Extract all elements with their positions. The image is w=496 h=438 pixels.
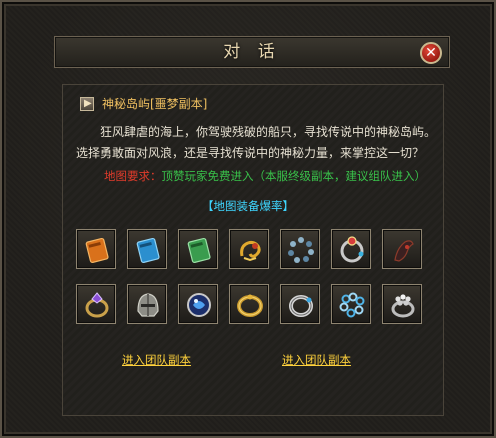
drop-rate-title: 【地图装备爆率】	[202, 199, 294, 213]
jeweled-ring-icon	[340, 236, 364, 263]
blue-chain-bracelet-icon	[339, 292, 365, 318]
item-slot[interactable]	[280, 284, 320, 324]
orange-book-icon	[85, 237, 109, 264]
bead-bracelet-icon	[288, 237, 314, 263]
purple-gem-ring-icon	[85, 292, 109, 318]
blue-orb-icon	[187, 293, 211, 317]
enter-team-dungeon-link-left[interactable]: 进入团队副本	[122, 352, 191, 368]
requirement-value: 顶赞玩家免费进入（本服终级副本，建议组队进入）	[161, 169, 427, 183]
item-slot[interactable]	[127, 229, 167, 269]
map-name: 神秘岛屿[噩梦副本]	[102, 97, 208, 111]
description-line-2: 选择勇敢面对风浪，还是寻找传说中的神秘力量，来掌控这一切？	[76, 146, 425, 160]
helmet-icon	[137, 293, 159, 317]
gold-bracelet-icon	[237, 294, 263, 317]
play-arrow-icon: ▶	[84, 98, 92, 109]
close-icon[interactable]: ✕	[425, 45, 437, 61]
blue-book-icon	[136, 237, 160, 264]
green-book-icon	[187, 237, 211, 264]
item-slot[interactable]	[229, 229, 269, 269]
description-line-1: 狂风肆虐的海上，你驾驶残破的船只，寻找传说中的神秘岛屿。	[100, 125, 437, 139]
enter-team-dungeon-link-right[interactable]: 进入团队副本	[282, 352, 351, 368]
item-slot[interactable]	[178, 284, 218, 324]
item-slot[interactable]	[382, 284, 422, 324]
item-slot[interactable]	[280, 229, 320, 269]
silver-beaded-ring-icon	[391, 294, 415, 318]
item-slot[interactable]	[331, 229, 371, 269]
title-bar: 对 话	[54, 36, 450, 68]
map-requirement: 地图要求：顶赞玩家免费进入（本服终级副本，建议组队进入）	[104, 168, 426, 184]
map-description: 狂风肆虐的海上，你驾驶残破的船只，寻找传说中的神秘岛屿。 选择勇敢面对风浪，还是…	[76, 122, 436, 164]
close-button[interactable]: ✕	[420, 42, 442, 64]
item-slot[interactable]	[178, 229, 218, 269]
dialog-title: 对 话	[223, 42, 281, 62]
item-slot[interactable]	[76, 284, 116, 324]
item-slot[interactable]	[229, 284, 269, 324]
item-slot[interactable]	[382, 229, 422, 269]
gold-dragon-ornament-icon	[240, 240, 261, 262]
silver-ring-icon	[289, 295, 313, 317]
dark-claw-icon	[394, 240, 414, 262]
requirement-label: 地图要求：	[104, 169, 162, 183]
item-slot[interactable]	[76, 229, 116, 269]
item-slot[interactable]	[331, 284, 371, 324]
item-slot[interactable]	[127, 284, 167, 324]
